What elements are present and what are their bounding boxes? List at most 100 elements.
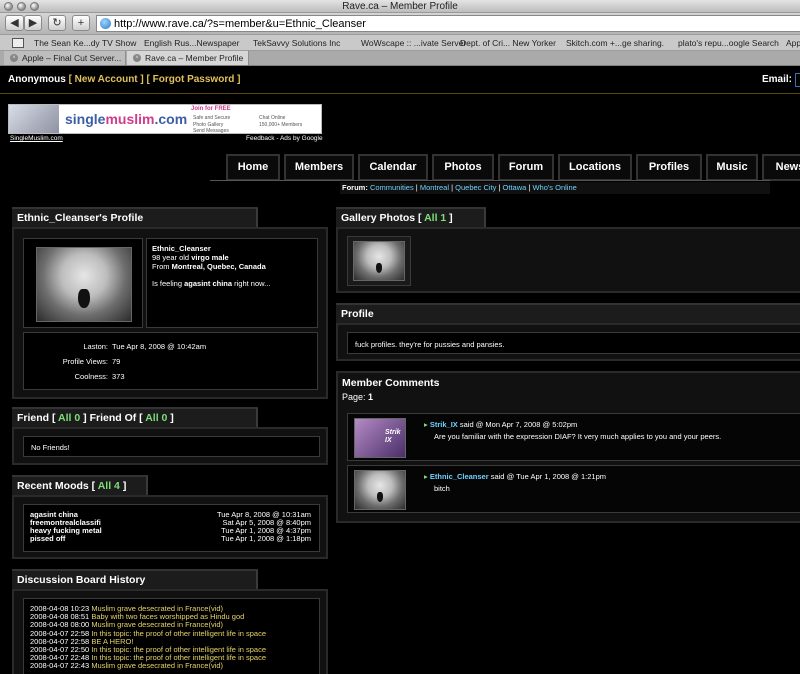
tab-member-profile[interactable]: × Rave.ca – Member Profile	[127, 51, 249, 65]
nav-home[interactable]: Home	[226, 154, 280, 181]
nav-members[interactable]: Members	[284, 154, 354, 181]
nav-news[interactable]: News	[762, 154, 800, 181]
profile-photo-frame	[23, 238, 143, 328]
comment-header: ▸ Strik_IX said @ Mon Apr 7, 2008 @ 5:02…	[424, 420, 578, 429]
nav-calendar[interactable]: Calendar	[358, 154, 428, 181]
profile-card: Ethnic_Cleanser 98 year old virgo male F…	[12, 227, 328, 399]
site-icon	[100, 18, 111, 29]
forum-link-communities[interactable]: Communities	[370, 183, 414, 192]
forum-link-montreal[interactable]: Montreal	[420, 183, 449, 192]
bookmarks-book-icon[interactable]	[12, 38, 24, 48]
gallery-title: Gallery Photos [ All 1 ]	[336, 207, 486, 227]
forward-arrow-icon: ▶	[28, 17, 38, 29]
comment-text: bitch	[434, 484, 450, 493]
comments-title: Member Comments	[342, 377, 440, 389]
comment-header: ▸ Ethnic_Cleanser said @ Tue Apr 1, 2008…	[424, 472, 607, 481]
close-tab-icon[interactable]: ×	[10, 54, 18, 62]
moods-all-link[interactable]: All 4	[98, 480, 120, 492]
friend-of-all-link[interactable]: All 0	[145, 412, 167, 424]
ad-feature: Send Messages	[193, 128, 229, 134]
title-bar: Rave.ca – Member Profile	[0, 0, 800, 13]
comment-author-link[interactable]: Ethnic_Cleanser	[430, 472, 489, 481]
ad-feedback-link[interactable]: Feedback - Ads by Google	[246, 135, 323, 142]
profile-views-value: 79	[112, 357, 121, 366]
forward-button[interactable]: ▶	[24, 15, 42, 31]
email-label: Email:	[762, 74, 793, 85]
back-button[interactable]: ◀	[5, 15, 24, 31]
comment-item: ▸ Ethnic_Cleanser said @ Tue Apr 1, 2008…	[347, 465, 800, 513]
bookmark-item[interactable]: English Rus...Newspaper	[144, 38, 239, 48]
bookmark-item[interactable]: Skitch.com +...ge sharing.	[566, 38, 664, 48]
gallery-all-link[interactable]: All 1	[424, 212, 446, 224]
page-number[interactable]: 1	[368, 392, 373, 402]
new-account-link[interactable]: New Account	[75, 74, 138, 85]
reload-button[interactable]: ↻	[48, 15, 66, 31]
forum-link-whos-online[interactable]: Who's Online	[532, 183, 576, 192]
coolness-value[interactable]: 373	[112, 372, 125, 381]
tab-label: Rave.ca – Member Profile	[145, 53, 244, 63]
moods-panel: agasint china Tue Apr 8, 2008 @ 10:31am f…	[12, 495, 328, 559]
comments-panel: Member Comments Page: 1 Strik IX ▸ Strik…	[336, 371, 800, 523]
friends-panel: No Friends!	[12, 427, 328, 465]
email-input[interactable]	[795, 73, 800, 87]
commenter-avatar[interactable]	[354, 470, 406, 510]
tab-final-cut-server[interactable]: × Apple – Final Cut Server...	[4, 51, 126, 65]
ad-feature: Chat Online	[259, 115, 286, 121]
tab-bar: × Apple – Final Cut Server... × Rave.ca …	[0, 51, 800, 66]
profile-stats: Laston: Tue Apr 8, 2008 @ 10:42am Profil…	[23, 332, 318, 390]
nav-music[interactable]: Music	[706, 154, 758, 181]
bookmark-item[interactable]: WoWscape :: ...ivate Server	[361, 38, 466, 48]
profile-card-title: Ethnic_Cleanser's Profile	[12, 207, 258, 227]
bookmark-item[interactable]: The Sean Ke...dy TV Show	[34, 38, 136, 48]
profile-text-panel: fuck profiles. they're for pussies and p…	[336, 323, 800, 361]
forgot-password-link[interactable]: Forgot Password	[153, 74, 235, 85]
discussion-title: Discussion Board History	[12, 569, 258, 589]
address-bar[interactable]: http://www.rave.ca/?s=member&u=Ethnic_Cl…	[96, 15, 800, 32]
laston-value: Tue Apr 8, 2008 @ 10:42am	[112, 342, 207, 351]
ad-feature: Safe and Secure	[193, 115, 231, 121]
reload-icon: ↻	[52, 17, 62, 29]
add-bookmark-button[interactable]: +	[72, 15, 90, 31]
friends-box: No Friends!	[23, 436, 320, 457]
ad-join-text: Join for FREE	[191, 106, 231, 112]
nav-divider	[210, 180, 770, 181]
bookmark-item[interactable]: TekSavvy Solutions Inc	[253, 38, 340, 48]
gallery-thumbnail[interactable]	[353, 241, 405, 281]
forum-link-ottawa[interactable]: Ottawa	[503, 183, 527, 192]
close-tab-icon[interactable]: ×	[133, 54, 141, 62]
discussion-row[interactable]: 2008-04-07 22:43 Muslim grave desecrated…	[30, 661, 223, 670]
nav-photos[interactable]: Photos	[432, 154, 494, 181]
ad-banner[interactable]: singlemuslim.com Join for FREE Safe and …	[8, 104, 322, 134]
bookmark-item[interactable]: Dept. of Cri... New Yorker	[460, 38, 556, 48]
bookmark-item[interactable]: App	[786, 38, 800, 48]
bookmark-item[interactable]: plato's repu...oogle Search	[678, 38, 779, 48]
nav-locations[interactable]: Locations	[558, 154, 632, 181]
friends-all-link[interactable]: All 0	[58, 412, 80, 424]
nav-forum[interactable]: Forum	[498, 154, 554, 181]
moods-title: Recent Moods [ All 4 ]	[12, 475, 148, 495]
address-url[interactable]: http://www.rave.ca/?s=member&u=Ethnic_Cl…	[114, 17, 366, 31]
profile-text: fuck profiles. they're for pussies and p…	[355, 340, 505, 349]
coolness-label: Coolness:	[74, 372, 108, 381]
back-arrow-icon: ◀	[10, 17, 19, 29]
web-page: Anonymous [ New Account ] [ Forgot Passw…	[0, 66, 800, 674]
ad-caption-link[interactable]: SingleMuslim.com	[10, 135, 63, 142]
nav-profiles[interactable]: Profiles	[636, 154, 702, 181]
profile-photo[interactable]	[36, 247, 132, 322]
no-friends-text: No Friends!	[31, 443, 70, 452]
discussion-row[interactable]: 2008-04-08 08:00 Muslim grave desecrated…	[30, 620, 223, 629]
ad-photo	[9, 105, 59, 133]
commenter-avatar[interactable]: Strik IX	[354, 418, 406, 458]
gallery-panel	[336, 227, 800, 293]
laston-label: Laston:	[83, 342, 108, 351]
anonymous-label: Anonymous	[8, 74, 66, 85]
forum-label: Forum:	[342, 183, 368, 192]
profile-text-title: Profile	[336, 303, 800, 323]
plus-icon: +	[77, 17, 85, 29]
discussion-panel: 2008-04-08 10:23 Muslim grave desecrated…	[12, 589, 328, 674]
comments-pager: Page: 1	[342, 392, 374, 402]
comment-author-link[interactable]: Strik_IX	[430, 420, 458, 429]
ad-logo: singlemuslim.com	[65, 111, 188, 127]
forum-link-quebec-city[interactable]: Quebec City	[455, 183, 496, 192]
login-links: Anonymous [ New Account ] [ Forgot Passw…	[8, 74, 241, 85]
